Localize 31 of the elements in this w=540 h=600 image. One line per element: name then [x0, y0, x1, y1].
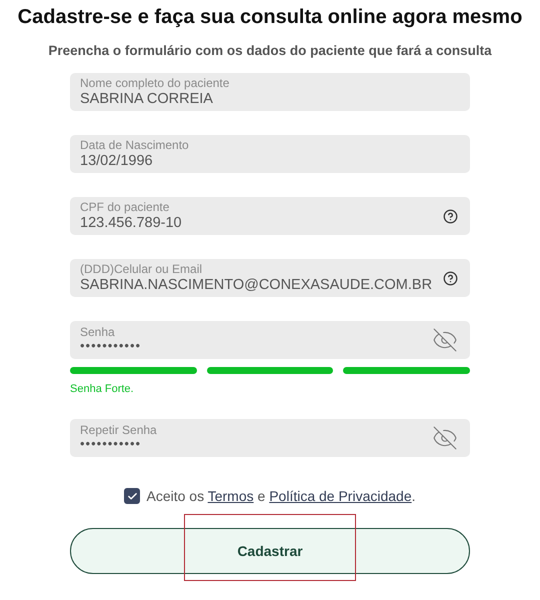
- terms-link[interactable]: Política de Privacidade: [269, 488, 412, 504]
- hidden-eye-icon[interactable]: [432, 327, 458, 353]
- field-label: Nome completo do paciente: [80, 76, 230, 91]
- field-value: •••••••••••: [80, 339, 142, 354]
- input-field[interactable]: Data de Nascimento 13/02/1996: [70, 135, 470, 173]
- field-value: SABRINA CORREIA: [80, 90, 214, 108]
- field-label: CPF do paciente: [80, 200, 170, 215]
- terms-link[interactable]: Termos: [208, 488, 254, 504]
- field-label: Repetir Senha: [80, 424, 158, 438]
- hidden-eye-icon[interactable]: [432, 425, 458, 451]
- page-title: Cadastre-se e faça sua consulta online agora mesmo: [18, 6, 522, 29]
- field-value: 13/02/1996: [80, 152, 154, 170]
- field-value: 123.456.789-10: [80, 214, 183, 232]
- input-field[interactable]: Nome completo do paciente SABRINA CORREIA: [70, 73, 470, 111]
- help-icon[interactable]: [443, 270, 458, 286]
- field-value: SABRINA.NASCIMENTO@CONEXASAUDE.COM.BR: [80, 276, 434, 294]
- terms-checkbox[interactable]: [124, 488, 140, 504]
- form-subtitle: Preencha o formulário com os dados do paciente que fará a consulta: [48, 43, 492, 58]
- submit-button[interactable]: Cadastrar: [70, 528, 470, 574]
- terms-text: Aceito os Termos e Política de Privacidade.: [146, 488, 416, 504]
- help-icon[interactable]: [443, 208, 458, 224]
- strength-text: Senha Forte.: [70, 383, 134, 395]
- input-field[interactable]: (DDD)Celular ou Email SABRINA.NASCIMENTO@CONEXASAUDE.COM.BR: [70, 259, 470, 297]
- field-label: (DDD)Celular ou Email: [80, 262, 204, 277]
- field-value: •••••••••••: [80, 437, 142, 452]
- input-field[interactable]: CPF do paciente 123.456.789-10: [70, 197, 470, 235]
- password-field[interactable]: Senha •••••••••••: [70, 321, 470, 359]
- field-label: Senha: [80, 326, 116, 340]
- field-label: Data de Nascimento: [80, 138, 190, 153]
- check-icon: [126, 490, 138, 502]
- password-field[interactable]: Repetir Senha •••••••••••: [70, 419, 470, 457]
